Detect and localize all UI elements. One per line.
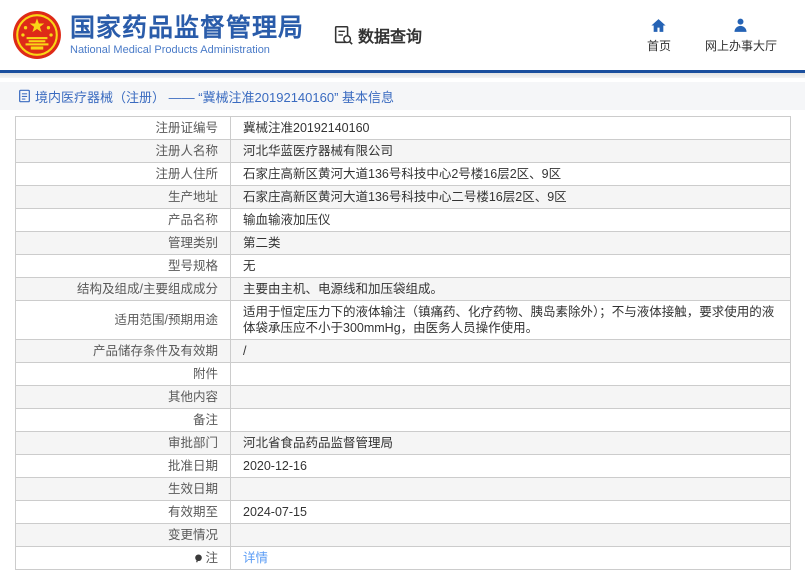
row-label: 注 xyxy=(16,547,231,570)
row-label: 其他内容 xyxy=(16,386,231,409)
row-value xyxy=(231,363,791,386)
table-row: 结构及组成/主要组成成分主要由主机、电源线和加压袋组成。 xyxy=(16,278,791,301)
row-label: 注册证编号 xyxy=(16,117,231,140)
online-hall-link[interactable]: 网上办事大厅 xyxy=(705,17,777,54)
table-row: 注册人名称河北华蓝医疗器械有限公司 xyxy=(16,140,791,163)
breadcrumb: 境内医疗器械（注册） —— “冀械注准20192140160” 基本信息 xyxy=(0,82,805,110)
nav-data-query[interactable]: 数据查询 xyxy=(332,23,422,47)
agency-title-block: 国家药品监督管理局 National Medical Products Admi… xyxy=(70,15,304,56)
table-row: 附件 xyxy=(16,363,791,386)
row-value: 2020-12-16 xyxy=(231,455,791,478)
row-label: 有效期至 xyxy=(16,501,231,524)
row-value: 输血输液加压仪 xyxy=(231,209,791,232)
row-label: 附件 xyxy=(16,363,231,386)
row-value: 无 xyxy=(231,255,791,278)
document-icon xyxy=(18,89,31,103)
document-search-icon xyxy=(332,24,354,46)
table-row: 备注 xyxy=(16,409,791,432)
row-label: 结构及组成/主要组成成分 xyxy=(16,278,231,301)
row-label: 注册人名称 xyxy=(16,140,231,163)
row-value: 适用于恒定压力下的液体输注（镇痛药、化疗药物、胰岛素除外）；不与液体接触，要求使… xyxy=(231,301,791,340)
row-value: 第二类 xyxy=(231,232,791,255)
header-right-links: 首页 网上办事大厅 xyxy=(647,17,777,54)
row-label: 产品名称 xyxy=(16,209,231,232)
table-row: 注册人住所石家庄高新区黄河大道136号科技中心2号楼16层2区、9区 xyxy=(16,163,791,186)
table-row: 注详情 xyxy=(16,547,791,570)
row-label: 生效日期 xyxy=(16,478,231,501)
note-icon xyxy=(194,554,203,563)
table-row: 产品储存条件及有效期/ xyxy=(16,340,791,363)
table-row: 型号规格无 xyxy=(16,255,791,278)
page-title: 境内医疗器械（注册） —— “冀械注准20192140160” 基本信息 xyxy=(35,87,394,106)
row-value: 冀械注准20192140160 xyxy=(231,117,791,140)
row-label: 管理类别 xyxy=(16,232,231,255)
row-value xyxy=(231,478,791,501)
national-emblem-logo xyxy=(12,10,62,60)
table-row: 有效期至2024-07-15 xyxy=(16,501,791,524)
table-row: 适用范围/预期用途适用于恒定压力下的液体输注（镇痛药、化疗药物、胰岛素除外）；不… xyxy=(16,301,791,340)
home-link[interactable]: 首页 xyxy=(647,17,671,54)
row-value xyxy=(231,524,791,547)
table-row: 生效日期 xyxy=(16,478,791,501)
row-label: 变更情况 xyxy=(16,524,231,547)
agency-name-en: National Medical Products Administration xyxy=(70,44,304,56)
row-value: / xyxy=(231,340,791,363)
row-value: 2024-07-15 xyxy=(231,501,791,524)
registration-info-table: 注册证编号冀械注准20192140160注册人名称河北华蓝医疗器械有限公司注册人… xyxy=(15,116,791,570)
row-label: 型号规格 xyxy=(16,255,231,278)
row-value xyxy=(231,386,791,409)
row-value: 石家庄高新区黄河大道136号科技中心二号楼16层2区、9区 xyxy=(231,186,791,209)
row-label: 备注 xyxy=(16,409,231,432)
agency-name: 国家药品监督管理局 xyxy=(70,15,304,42)
site-header: 国家药品监督管理局 National Medical Products Admi… xyxy=(0,0,805,70)
home-icon xyxy=(650,17,667,34)
row-value: 主要由主机、电源线和加压袋组成。 xyxy=(231,278,791,301)
row-label: 产品储存条件及有效期 xyxy=(16,340,231,363)
detail-link[interactable]: 详情 xyxy=(243,551,268,565)
data-query-label: 数据查询 xyxy=(358,23,422,47)
table-row: 生产地址石家庄高新区黄河大道136号科技中心二号楼16层2区、9区 xyxy=(16,186,791,209)
row-value xyxy=(231,409,791,432)
row-value: 河北华蓝医疗器械有限公司 xyxy=(231,140,791,163)
table-row: 变更情况 xyxy=(16,524,791,547)
table-row: 审批部门河北省食品药品监督管理局 xyxy=(16,432,791,455)
row-value: 石家庄高新区黄河大道136号科技中心2号楼16层2区、9区 xyxy=(231,163,791,186)
table-row: 其他内容 xyxy=(16,386,791,409)
person-icon xyxy=(732,17,749,34)
row-label: 生产地址 xyxy=(16,186,231,209)
row-label: 审批部门 xyxy=(16,432,231,455)
row-label: 批准日期 xyxy=(16,455,231,478)
info-table-body: 注册证编号冀械注准20192140160注册人名称河北华蓝医疗器械有限公司注册人… xyxy=(16,117,791,570)
online-hall-label: 网上办事大厅 xyxy=(705,37,777,54)
table-row: 管理类别第二类 xyxy=(16,232,791,255)
header-shadow xyxy=(0,73,805,78)
home-label: 首页 xyxy=(647,37,671,54)
table-row: 注册证编号冀械注准20192140160 xyxy=(16,117,791,140)
table-row: 批准日期2020-12-16 xyxy=(16,455,791,478)
row-label: 注册人住所 xyxy=(16,163,231,186)
row-value: 河北省食品药品监督管理局 xyxy=(231,432,791,455)
row-label: 适用范围/预期用途 xyxy=(16,301,231,340)
table-row: 产品名称输血输液加压仪 xyxy=(16,209,791,232)
registration-info-table-wrap: 注册证编号冀械注准20192140160注册人名称河北华蓝医疗器械有限公司注册人… xyxy=(15,116,790,570)
